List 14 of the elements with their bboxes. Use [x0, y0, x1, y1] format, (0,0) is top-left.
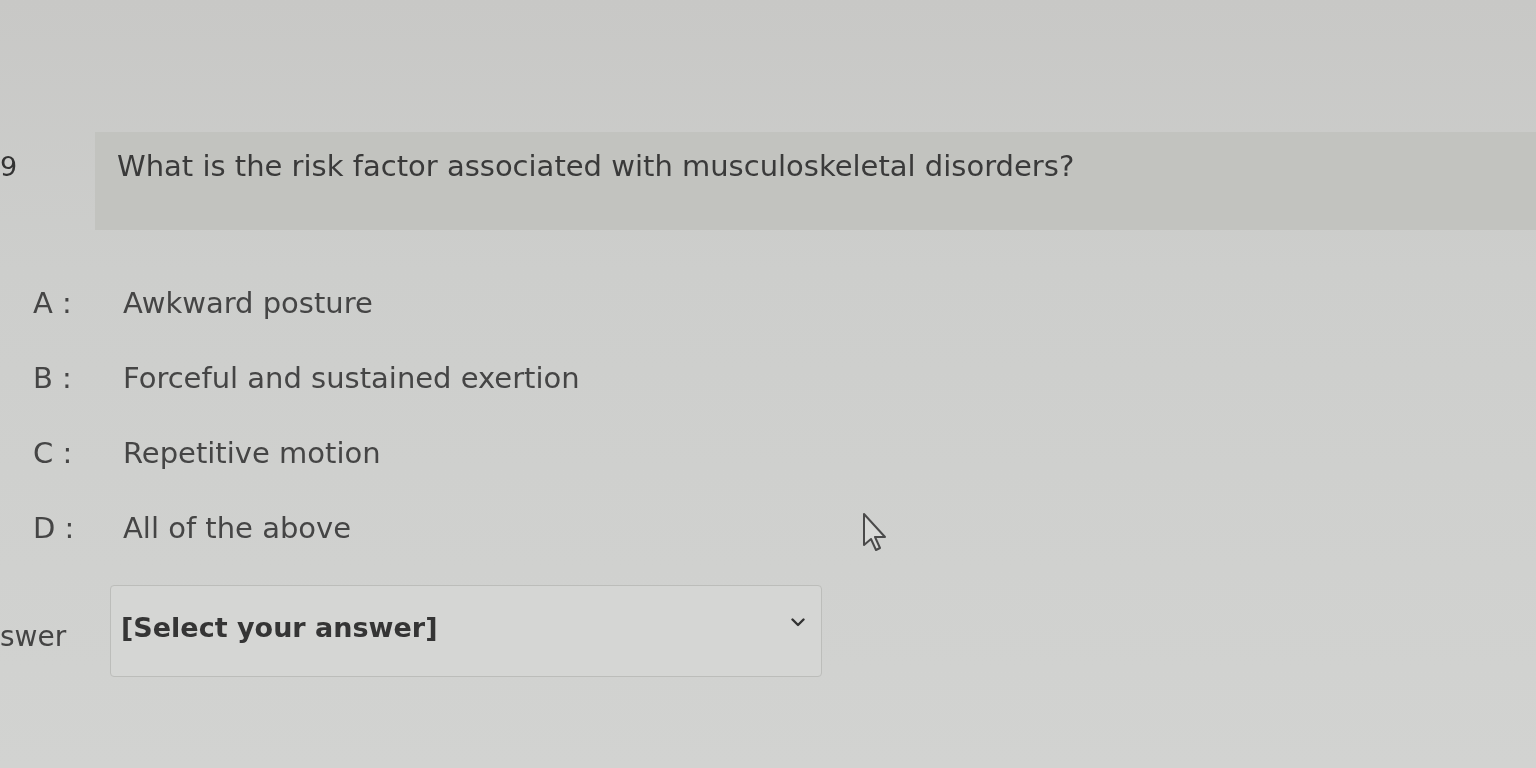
- option-text: Repetitive motion: [123, 435, 381, 470]
- option-text: Forceful and sustained exertion: [123, 360, 580, 395]
- option-text: All of the above: [123, 510, 352, 545]
- option-text: Awkward posture: [123, 285, 373, 320]
- answer-label: swer: [0, 618, 68, 653]
- question-number: 9: [0, 150, 18, 182]
- option-letter: D :: [32, 510, 76, 545]
- question-text: What is the risk factor associated with musculoskeletal disorders?: [117, 149, 1075, 183]
- option-letter: A :: [32, 285, 73, 320]
- option-letter: B :: [32, 360, 73, 395]
- chevron-down-icon: [791, 617, 805, 627]
- option-letter: C :: [32, 435, 74, 470]
- answer-dropdown[interactable]: [Select your answer]: [110, 585, 822, 677]
- mouse-pointer-icon: [862, 512, 888, 552]
